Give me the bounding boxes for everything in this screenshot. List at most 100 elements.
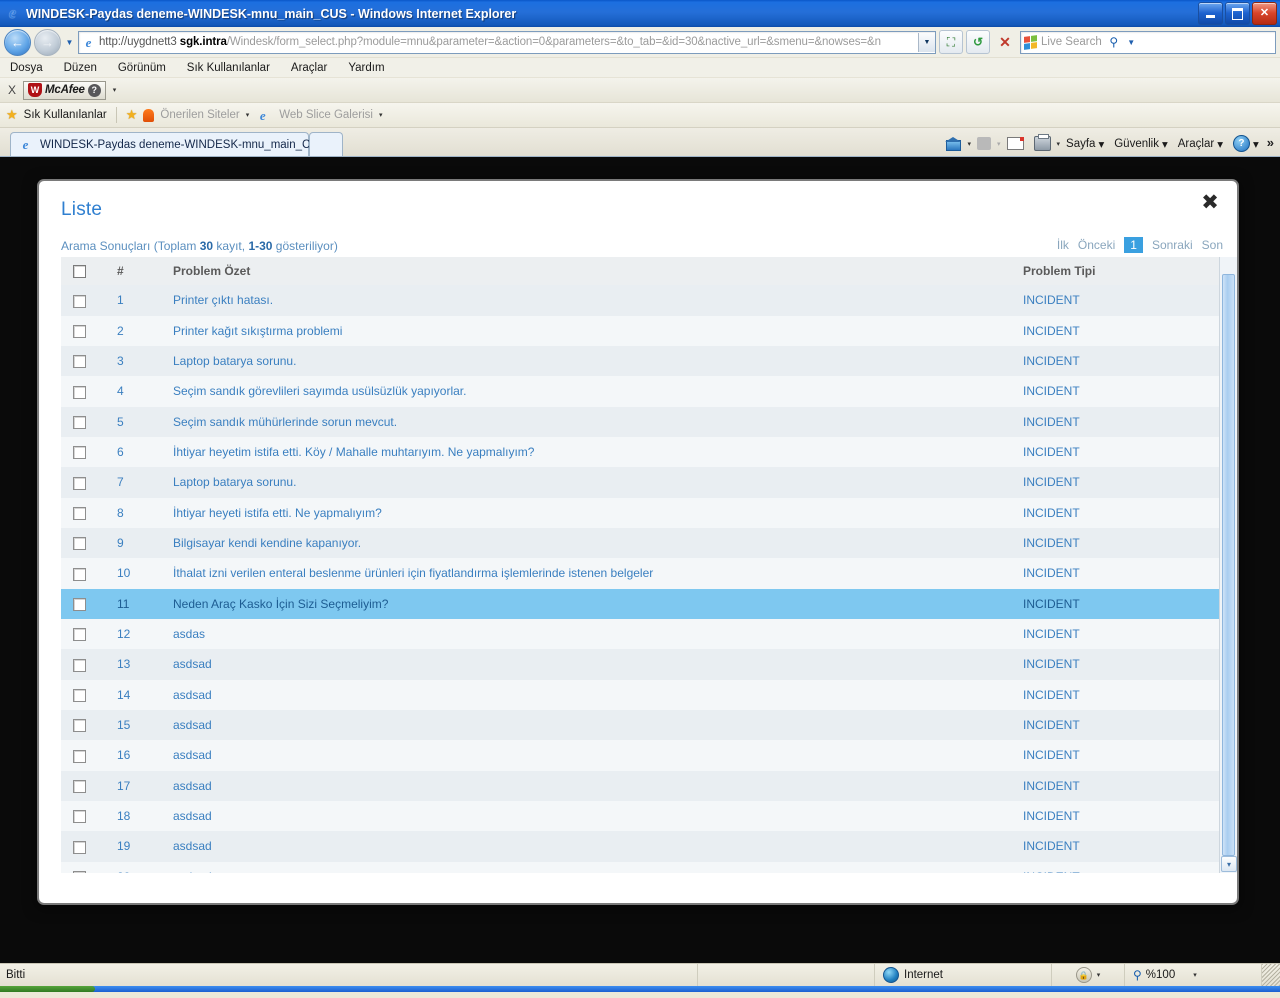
- row-checkbox[interactable]: [73, 870, 86, 873]
- row-problem-summary[interactable]: Printer kağıt sıkıştırma problemi: [173, 315, 1023, 346]
- command-overflow-icon[interactable]: »: [1265, 135, 1276, 152]
- menu-item-gorunum[interactable]: Görünüm: [118, 62, 166, 74]
- menu-item-duzen[interactable]: Düzen: [64, 62, 97, 74]
- menu-item-dosya[interactable]: Dosya: [10, 62, 43, 74]
- mail-button[interactable]: [1003, 135, 1028, 152]
- row-problem-summary[interactable]: İhtiyar heyeti istifa etti. Ne yapmalıyı…: [173, 497, 1023, 528]
- row-problem-summary[interactable]: asdas: [173, 618, 1023, 650]
- back-icon[interactable]: ←: [4, 28, 31, 56]
- help-button[interactable]: ? ▾: [1229, 133, 1263, 154]
- row-checkbox[interactable]: [73, 506, 86, 520]
- table-row[interactable]: 9 Bilgisayar kendi kendine kapanıyor. INCI…: [61, 527, 1223, 559]
- favorites-label[interactable]: Sık Kullanılanlar: [24, 109, 107, 121]
- row-checkbox[interactable]: [73, 658, 86, 672]
- row-checkbox[interactable]: [73, 385, 86, 399]
- menu-item-araclar[interactable]: Araçlar: [291, 62, 327, 74]
- list-scrollbar[interactable]: ▾: [1219, 257, 1237, 873]
- tools-menu[interactable]: Araçlar ▾: [1174, 135, 1227, 153]
- row-problem-summary[interactable]: asdsad: [173, 740, 1023, 771]
- row-problem-summary[interactable]: asdsad: [173, 800, 1023, 832]
- table-row[interactable]: 10 İthalat izni verilen enteral beslenme …: [61, 558, 1223, 589]
- row-problem-summary[interactable]: Neden Araç Kasko İçin Sizi Seçmeliyim?: [173, 588, 1023, 619]
- home-chevron-down-icon[interactable]: ▾: [967, 140, 971, 148]
- feeds-chevron-down-icon[interactable]: ▾: [997, 140, 1001, 148]
- search-go-icon[interactable]: ⚲: [1102, 32, 1126, 53]
- row-checkbox[interactable]: [73, 688, 86, 702]
- resize-grip[interactable]: [1262, 964, 1280, 986]
- row-checkbox[interactable]: [73, 567, 86, 581]
- table-row[interactable]: 20asdsadINCIDENT: [61, 861, 1223, 873]
- mcafee-help-icon[interactable]: ?: [87, 83, 101, 97]
- row-problem-summary[interactable]: Seçim sandık görevlileri sayımda usülsüz…: [173, 376, 1023, 407]
- table-row[interactable]: 1 Printer çıktı hatası. INCIDENT: [61, 285, 1223, 316]
- favorites-star-icon[interactable]: ★: [6, 107, 18, 123]
- suggested-sites-label[interactable]: Önerilen Siteler: [160, 109, 239, 121]
- web-slice-label[interactable]: Web Slice Galerisi: [279, 109, 373, 121]
- row-checkbox[interactable]: [73, 749, 86, 763]
- scroll-down-icon[interactable]: ▾: [1221, 856, 1237, 872]
- table-row[interactable]: 13 asdsad INCIDENT: [61, 649, 1223, 680]
- row-problem-summary[interactable]: asdsad: [173, 831, 1023, 862]
- row-checkbox[interactable]: [73, 415, 86, 429]
- table-row[interactable]: 6 İhtiyar heyetim istifa etti. Köy / Maha…: [61, 436, 1223, 468]
- row-checkbox[interactable]: [73, 294, 86, 308]
- menu-item-yardim[interactable]: Yardım: [348, 62, 384, 74]
- stop-icon[interactable]: ✕: [993, 30, 1017, 54]
- row-checkbox[interactable]: [73, 446, 86, 460]
- compatibility-view-icon[interactable]: ⛶: [939, 30, 963, 54]
- pagination-last[interactable]: Son: [1202, 238, 1223, 252]
- menu-item-sik-kullanilanlar[interactable]: Sık Kullanılanlar: [187, 62, 270, 74]
- tab-active[interactable]: e WINDESK-Paydas deneme-WINDESK-mnu_main…: [10, 132, 326, 156]
- search-provider-chevron-down-icon[interactable]: ▼: [1126, 30, 1137, 55]
- table-row[interactable]: 12 asdas INCIDENT: [61, 618, 1223, 650]
- row-problem-summary[interactable]: asdsad: [173, 649, 1023, 680]
- print-chevron-down-icon[interactable]: ▾: [1057, 140, 1061, 148]
- row-problem-summary[interactable]: asdsad: [173, 770, 1023, 801]
- mcafee-button[interactable]: W McAfee ?: [23, 80, 106, 100]
- row-problem-summary[interactable]: Laptop batarya sorunu.: [173, 467, 1023, 498]
- refresh-icon[interactable]: ↺: [966, 30, 990, 54]
- pagination-first[interactable]: İlk: [1057, 238, 1069, 252]
- pagination-prev[interactable]: Önceki: [1078, 238, 1115, 252]
- new-tab-button[interactable]: [309, 132, 343, 156]
- recent-pages-chevron-down-icon[interactable]: ▼: [64, 30, 75, 55]
- table-row[interactable]: 2 Printer kağıt sıkıştırma problemi INCIDE…: [61, 315, 1223, 346]
- security-menu[interactable]: Güvenlik ▾: [1110, 135, 1172, 153]
- row-checkbox[interactable]: [73, 476, 86, 490]
- page-menu[interactable]: Sayfa ▾: [1062, 135, 1108, 153]
- row-checkbox[interactable]: [73, 355, 86, 369]
- home-button[interactable]: [942, 135, 965, 152]
- protected-mode-indicator[interactable]: 🔒 ▾: [1052, 964, 1125, 986]
- list-scrollbar-thumb[interactable]: [1222, 274, 1235, 856]
- protected-mode-chevron-down-icon[interactable]: ▾: [1097, 971, 1101, 979]
- maximize-button[interactable]: [1225, 2, 1250, 25]
- minimize-button[interactable]: [1198, 2, 1223, 25]
- suggested-sites-chevron-down-icon[interactable]: ▾: [246, 111, 250, 119]
- web-slice-chevron-down-icon[interactable]: ▾: [379, 111, 383, 119]
- row-checkbox[interactable]: [73, 324, 86, 338]
- table-row[interactable]: 18 asdsad INCIDENT: [61, 800, 1223, 832]
- zoom-control[interactable]: ⚲ %100 ▾: [1125, 964, 1262, 986]
- row-problem-summary[interactable]: asdsad: [173, 679, 1023, 710]
- table-row[interactable]: 7 Laptop batarya sorunu. INCIDENT: [61, 467, 1223, 498]
- row-problem-summary[interactable]: asdsad: [173, 861, 1023, 873]
- row-problem-summary[interactable]: İthalat izni verilen enteral beslenme ür…: [173, 558, 1023, 589]
- add-to-favorites-icon[interactable]: ★: [126, 107, 138, 123]
- row-problem-summary[interactable]: Bilgisayar kendi kendine kapanıyor.: [173, 527, 1023, 559]
- print-button[interactable]: [1030, 134, 1055, 153]
- row-checkbox[interactable]: [73, 719, 86, 733]
- row-checkbox[interactable]: [73, 628, 86, 642]
- mcafee-close-icon[interactable]: X: [8, 83, 16, 97]
- address-input[interactable]: e http://uygdnett3 sgk.intra/Windesk/for…: [78, 30, 936, 54]
- table-row[interactable]: 8 İhtiyar heyeti istifa etti. Ne yapmalıy…: [61, 497, 1223, 528]
- row-problem-summary[interactable]: asdsad: [173, 709, 1023, 741]
- table-row[interactable]: 16 asdsad INCIDENT: [61, 740, 1223, 771]
- pagination-next[interactable]: Sonraki: [1152, 238, 1193, 252]
- close-button[interactable]: ✕: [1252, 2, 1277, 25]
- security-zone[interactable]: Internet: [875, 964, 1052, 986]
- address-dropdown-icon[interactable]: ▼: [918, 32, 935, 52]
- row-problem-summary[interactable]: İhtiyar heyetim istifa etti. Köy / Mahal…: [173, 436, 1023, 468]
- table-row[interactable]: 5 Seçim sandık mühürlerinde sorun mevcut.…: [61, 406, 1223, 437]
- row-checkbox[interactable]: [73, 840, 86, 854]
- row-checkbox[interactable]: [73, 810, 86, 824]
